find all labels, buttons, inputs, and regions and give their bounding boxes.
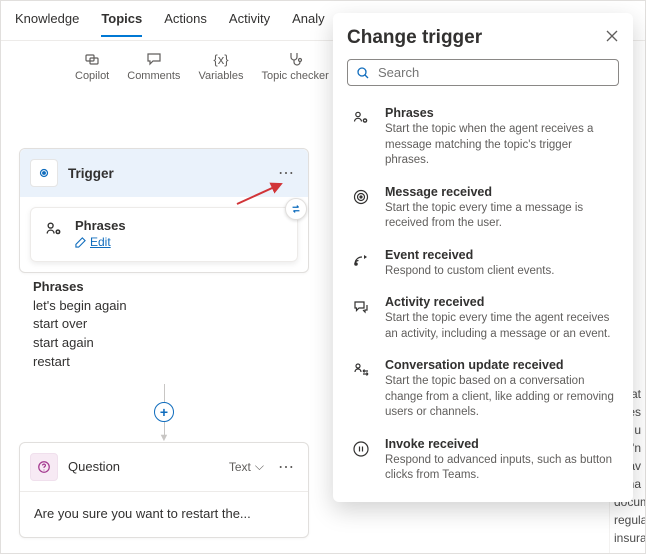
change-trigger-button[interactable] <box>285 198 307 220</box>
variables-label: Variables <box>198 70 243 82</box>
question-body[interactable]: Are you sure you want to restart the... <box>20 492 308 537</box>
option-desc: Respond to custom client events. <box>385 264 554 280</box>
copilot-icon <box>84 51 100 67</box>
panel-title: Change trigger <box>347 27 605 49</box>
option-message-received[interactable]: Message received Start the topic every t… <box>347 177 619 240</box>
phrases-option-icon <box>349 106 373 130</box>
copilot-button[interactable]: Copilot <box>69 49 115 84</box>
close-icon <box>605 29 619 43</box>
topic-checker-label: Topic checker <box>261 70 328 82</box>
broadcast-icon <box>349 248 373 272</box>
question-title: Question <box>68 459 120 474</box>
panel-search[interactable] <box>347 59 619 86</box>
search-input[interactable] <box>378 65 610 80</box>
option-activity-received[interactable]: Activity received Start the topic every … <box>347 287 619 350</box>
copilot-label: Copilot <box>75 70 109 82</box>
chevron-down-icon: ⌵ <box>255 459 264 474</box>
arrowhead-icon: ▼ <box>159 434 170 442</box>
edit-label: Edit <box>90 235 111 249</box>
edit-phrases-link[interactable]: Edit <box>75 235 111 249</box>
trigger-phrases-card[interactable]: Phrases Edit <box>30 207 298 262</box>
phrase-item: start over <box>33 315 295 334</box>
option-phrases[interactable]: Phrases Start the topic when the agent r… <box>347 98 619 177</box>
pencil-icon <box>75 237 86 248</box>
phrase-item: restart <box>33 353 295 372</box>
comment-icon <box>146 51 162 67</box>
phrase-item: start again <box>33 334 295 353</box>
option-invoke-received[interactable]: Invoke received Respond to advanced inpu… <box>347 429 619 492</box>
tab-activity[interactable]: Activity <box>229 11 270 37</box>
question-icon <box>30 453 58 481</box>
phrases-heading: Phrases <box>33 279 295 294</box>
tab-topics[interactable]: Topics <box>101 11 142 37</box>
pause-circle-icon <box>349 437 373 461</box>
question-type-label: Text <box>229 460 251 474</box>
option-desc: Start the topic every time the agent rec… <box>385 311 617 342</box>
option-conversation-update[interactable]: Conversation update received Start the t… <box>347 350 619 429</box>
option-title: Event received <box>385 248 554 262</box>
option-desc: Start the topic when the agent receives … <box>385 122 617 169</box>
question-node-header: Question Text ⌵ ⋯ <box>20 443 308 491</box>
trigger-icon <box>30 159 58 187</box>
option-title: Phrases <box>385 106 617 120</box>
trigger-more-menu[interactable]: ⋯ <box>274 163 298 183</box>
topic-checker-button[interactable]: Topic checker <box>255 49 334 84</box>
option-desc: Start the topic every time a message is … <box>385 201 617 232</box>
stethoscope-icon <box>287 51 303 67</box>
tab-knowledge[interactable]: Knowledge <box>15 11 79 37</box>
add-node-button[interactable]: + <box>154 402 174 422</box>
question-type-selector[interactable]: Text ⌵ <box>229 459 264 474</box>
phrases-icon <box>43 218 65 240</box>
node-connector: + ▼ <box>19 384 309 442</box>
option-event-received[interactable]: Event received Respond to custom client … <box>347 240 619 288</box>
comments-label: Comments <box>127 70 180 82</box>
change-trigger-panel: Change trigger Phrases Start the topic w… <box>333 13 633 502</box>
variables-icon: {x} <box>213 51 229 67</box>
option-title: Message received <box>385 185 617 199</box>
option-desc: Start the topic based on a conversation … <box>385 374 617 421</box>
tab-actions[interactable]: Actions <box>164 11 207 37</box>
phrases-preview: Phrases let's begin again start over sta… <box>19 273 309 384</box>
comments-button[interactable]: Comments <box>121 49 186 84</box>
question-node[interactable]: Question Text ⌵ ⋯ Are you sure you want … <box>19 442 309 538</box>
phrases-title: Phrases <box>75 218 126 233</box>
trigger-node-header: Trigger ⋯ <box>20 149 308 197</box>
search-icon <box>356 66 370 80</box>
phrase-item: let's begin again <box>33 297 295 316</box>
option-title: Conversation update received <box>385 358 617 372</box>
panel-close-button[interactable] <box>605 29 619 48</box>
option-title: Invoke received <box>385 437 617 451</box>
target-icon <box>349 185 373 209</box>
chat-icon <box>349 295 373 319</box>
people-sync-icon <box>349 358 373 382</box>
option-desc: Respond to advanced inputs, such as butt… <box>385 453 617 484</box>
variables-button[interactable]: {x} Variables <box>192 49 249 84</box>
trigger-title: Trigger <box>68 166 264 181</box>
swap-icon <box>290 203 302 215</box>
option-title: Activity received <box>385 295 617 309</box>
trigger-node[interactable]: Trigger ⋯ Phrases Edit <box>19 148 309 273</box>
question-more-menu[interactable]: ⋯ <box>274 457 298 477</box>
tab-analytics[interactable]: Analy <box>292 11 325 37</box>
